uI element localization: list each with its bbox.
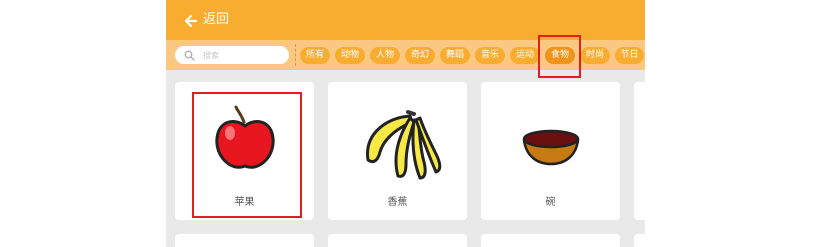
- sprite-card-banana[interactable]: 香蕉: [328, 82, 467, 220]
- tab-holidays[interactable]: 节日: [615, 47, 644, 64]
- sprite-card-row2[interactable]: [175, 234, 314, 247]
- tab-dance[interactable]: 舞蹈: [440, 47, 470, 64]
- search-icon: [184, 50, 195, 61]
- sprite-card-row2[interactable]: [481, 234, 620, 247]
- header-bar: 返回: [166, 0, 645, 40]
- tab-fashion[interactable]: 时尚: [580, 47, 610, 64]
- tab-music[interactable]: 音乐: [475, 47, 505, 64]
- sprite-name: 碗: [545, 197, 556, 208]
- sprite-name: 苹果: [234, 197, 255, 208]
- tab-animals[interactable]: 动物: [335, 47, 365, 64]
- filter-bar: 所有 动物 人物 奇幻 舞蹈 音乐 运动 食物 时尚 节日: [166, 40, 645, 70]
- tab-food[interactable]: 食物: [545, 47, 575, 64]
- apple-icon: [215, 105, 275, 169]
- back-arrow-icon[interactable]: [184, 14, 198, 28]
- back-button[interactable]: 返回: [203, 11, 229, 29]
- bowl-icon: [522, 129, 580, 166]
- search-box[interactable]: [175, 46, 289, 64]
- sprite-library-panel: 返回 所有 动物 人物 奇幻 舞蹈 音乐 运动 食物 时尚 节日 苹果: [166, 0, 645, 247]
- tab-people[interactable]: 人物: [370, 47, 400, 64]
- filter-divider: [295, 44, 296, 66]
- banana-icon: [366, 110, 442, 180]
- tab-sports[interactable]: 运动: [510, 47, 540, 64]
- sprite-card-bowl[interactable]: 碗: [481, 82, 620, 220]
- sprite-card-partial[interactable]: [634, 82, 645, 220]
- tab-all[interactable]: 所有: [300, 47, 330, 64]
- sprite-name: 香蕉: [387, 197, 408, 208]
- sprite-card-row2[interactable]: [328, 234, 467, 247]
- sprite-card-apple[interactable]: 苹果: [175, 82, 314, 220]
- tab-fantasy[interactable]: 奇幻: [405, 47, 435, 64]
- sprite-card-row2[interactable]: [634, 234, 645, 247]
- search-input[interactable]: [203, 47, 283, 63]
